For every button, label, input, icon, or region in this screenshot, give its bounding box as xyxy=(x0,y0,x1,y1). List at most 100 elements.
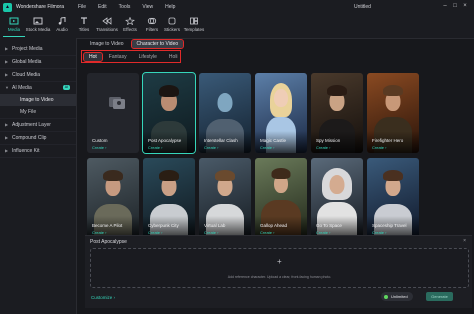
card-title: Gallop Ahead xyxy=(260,223,288,228)
close-icon[interactable]: × xyxy=(460,3,470,9)
card-title: Custom xyxy=(92,138,108,143)
media-sidebar: ▶ Project Media ▶ Global Media ▶ Cloud Medi… xyxy=(0,38,77,314)
tab-lifestyle[interactable]: Lifestyle xyxy=(134,53,162,61)
menu-view[interactable]: View xyxy=(142,4,153,10)
sidebar-item-label: Project Media xyxy=(12,46,43,52)
tab-image-to-video[interactable]: Image to Video xyxy=(85,40,129,48)
card-create-link[interactable]: Create › xyxy=(92,145,106,150)
create-label: Create xyxy=(316,145,329,150)
templates-icon xyxy=(189,17,199,25)
create-label: Create xyxy=(148,145,161,150)
template-card-go-to-space[interactable]: Go To Space Create › xyxy=(311,158,363,238)
toolbar-templates[interactable]: Templates xyxy=(180,17,208,32)
sidebar-item-label: My File xyxy=(20,109,37,115)
menu-tools[interactable]: Tools xyxy=(119,4,131,10)
character-hair xyxy=(159,85,179,97)
tab-hot[interactable]: Hot xyxy=(83,51,103,62)
sidebar-item-label: Image to Video xyxy=(20,97,54,103)
sidebar-item-adjustment-layer[interactable]: ▶ Adjustment Layer xyxy=(0,119,76,132)
tab-character-to-video[interactable]: Character to Video xyxy=(130,39,185,49)
menu-bar: File Edit Tools View Help xyxy=(78,4,187,10)
toolbar-filters-label: Filters xyxy=(145,27,159,32)
character-hair xyxy=(327,85,347,96)
character-hair xyxy=(103,170,123,181)
character-hair xyxy=(271,168,291,179)
create-label: Create xyxy=(260,145,273,150)
sidebar-item-influence-kit[interactable]: ▶ Influence Kit xyxy=(0,145,76,158)
media-toolbar: Media Stock Media Audio Titles Transitio… xyxy=(0,14,474,39)
titles-icon xyxy=(79,17,89,25)
toolbar-templates-label: Templates xyxy=(183,27,205,32)
status-dot-icon xyxy=(384,294,388,299)
character-face xyxy=(274,89,288,107)
generate-button[interactable]: Generate xyxy=(426,292,453,301)
template-card-spaceship-travel[interactable]: Spaceship Travel Create › xyxy=(367,158,419,238)
character-hair xyxy=(383,85,403,96)
document-title: Untitled xyxy=(354,4,371,10)
sidebar-item-global-media[interactable]: ▶ Global Media xyxy=(0,56,76,69)
filmora-logo-icon: ▲ xyxy=(3,2,12,12)
sidebar-item-label: Adjustment Layer xyxy=(12,122,51,128)
sidebar-item-compound-clip[interactable]: ▶ Compound Clip xyxy=(0,132,76,145)
reference-upload-area[interactable]: + Add reference character. Upload a clea… xyxy=(90,248,469,288)
template-card-cyberpunk-city[interactable]: Cyberpunk City Create › xyxy=(143,158,195,238)
sidebar-item-ai-media[interactable]: ▼ AI Media AI xyxy=(0,82,76,94)
card-create-link[interactable]: Create › xyxy=(372,145,386,150)
template-card-virtual-lab[interactable]: Virtual Lab Create › xyxy=(199,158,251,238)
card-create-link[interactable]: Create › xyxy=(204,145,218,150)
main-content: Image to Video Character to Video Hot Fa… xyxy=(77,38,474,314)
maximize-icon[interactable]: □ xyxy=(450,3,460,9)
collapse-arrow-icon: ▼ xyxy=(5,85,9,90)
sidebar-item-image-to-video[interactable]: Image to Video xyxy=(0,94,76,106)
audio-icon xyxy=(57,16,67,25)
window-controls: – □ × xyxy=(440,3,470,9)
template-card-gallop-ahead[interactable]: Gallop Ahead Create › xyxy=(255,158,307,238)
minimize-icon[interactable]: – xyxy=(440,3,450,9)
card-create-link[interactable]: Create › xyxy=(316,145,330,150)
menu-help[interactable]: Help xyxy=(165,4,175,10)
sidebar-item-label: Global Media xyxy=(12,59,42,65)
customize-link[interactable]: Customize › xyxy=(91,295,115,300)
stock-media-icon xyxy=(33,17,43,25)
toolbar-stock-media-label: Stock Media xyxy=(25,27,51,32)
unlimited-toggle[interactable]: Unlimited xyxy=(381,292,413,301)
sidebar-item-my-file[interactable]: My File xyxy=(0,106,76,119)
card-title: Magic Castle xyxy=(260,138,287,143)
tab-holi[interactable]: Holi xyxy=(164,53,183,61)
expand-arrow-icon: ▶ xyxy=(5,72,9,77)
stickers-icon xyxy=(167,17,177,25)
menu-edit[interactable]: Edit xyxy=(98,4,107,10)
close-panel-icon[interactable]: × xyxy=(463,238,466,244)
sidebar-item-label: Cloud Media xyxy=(12,72,41,78)
expand-arrow-icon: ▶ xyxy=(5,122,9,127)
card-title: Become A Pilot xyxy=(92,223,123,228)
template-card-custom[interactable]: Custom Create › xyxy=(87,73,139,153)
toolbar-stickers-label: Stickers xyxy=(163,27,180,32)
template-card-become-a-pilot[interactable]: Become A Pilot Create › xyxy=(87,158,139,238)
add-icon: + xyxy=(277,257,282,266)
template-card-firefighter-hero[interactable]: Firefighter Hero Create › xyxy=(367,73,419,153)
template-card-magic-castle[interactable]: Magic Castle Create › xyxy=(255,73,307,153)
menu-file[interactable]: File xyxy=(78,4,86,10)
card-title: Firefighter Hero xyxy=(372,138,404,143)
sidebar-item-project-media[interactable]: ▶ Project Media xyxy=(0,43,76,56)
character-face xyxy=(217,93,233,112)
effects-icon xyxy=(125,16,135,26)
card-create-link[interactable]: Create › xyxy=(260,145,274,150)
tab-fantasy[interactable]: Fantasy xyxy=(104,53,132,61)
toolbar-media-label: Media xyxy=(7,27,21,32)
template-card-interstellar-clash[interactable]: Interstellar Clash Create › xyxy=(199,73,251,153)
card-create-link[interactable]: Create › xyxy=(148,145,162,150)
template-card-post-apocalypse[interactable]: Post Apocalypse Create › xyxy=(142,72,196,154)
expand-arrow-icon: ▶ xyxy=(5,135,9,140)
character-hair xyxy=(215,170,235,181)
card-title: Virtual Lab xyxy=(204,223,226,228)
mode-tabs: Image to Video Character to Video xyxy=(85,39,186,49)
toolbar-audio-label: Audio xyxy=(56,27,68,32)
card-title: Go To Space xyxy=(316,223,342,228)
template-card-spy-mission[interactable]: Spy Mission Create › xyxy=(311,73,363,153)
ai-badge: AI xyxy=(62,85,70,90)
sidebar-item-cloud-media[interactable]: ▶ Cloud Media xyxy=(0,69,76,82)
create-label: Create xyxy=(204,145,217,150)
panel-title: Post Apocalypse xyxy=(90,239,127,245)
